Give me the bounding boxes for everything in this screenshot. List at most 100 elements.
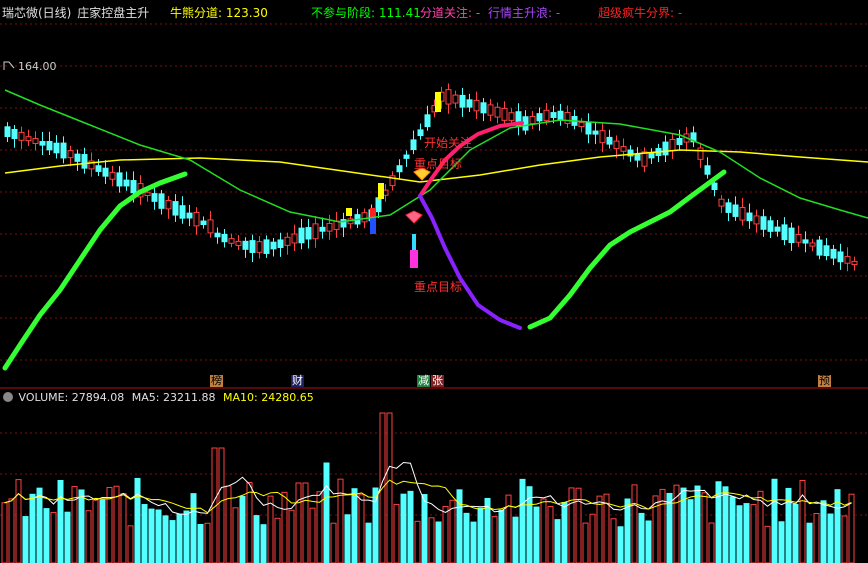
volume-bar [477,507,484,563]
target-bar-icon [410,234,418,268]
candle-body [284,236,291,246]
volume-bar [204,522,211,563]
candle-body [501,107,508,121]
volume-bar [736,505,743,563]
volume-bar [148,508,155,563]
volume-bar [176,513,183,563]
volume-bar [64,511,71,563]
volume-bar [225,485,232,563]
candle-body [375,197,382,213]
candle-body [851,260,858,266]
candle-body [725,202,732,213]
volume-value: 27894.08 [71,391,125,404]
volume-bar [421,494,428,563]
candle-body [830,248,837,259]
volume-bar [134,477,141,563]
candle-body [4,126,11,138]
candle-body [270,241,277,250]
volume-bar [743,503,750,563]
candle-body [200,220,207,225]
volume-bar [281,491,288,563]
event-tag-rank[interactable]: 榜 [210,375,223,387]
candle-body [109,171,116,180]
volume-bar [92,499,99,563]
candle-body [221,233,228,243]
candle-body [585,122,592,135]
volume-bar [708,522,715,563]
volume-bar [442,505,449,563]
candle-body [802,239,809,244]
event-tag-forecast[interactable]: 预 [818,375,831,387]
volume-bar [589,513,596,563]
candle-body [326,222,333,232]
candle-body [179,205,186,219]
candle-body [739,206,746,221]
candle-body [480,102,487,114]
volume-bar [393,503,400,563]
volume-bar [414,520,421,563]
volume-bar [806,522,813,563]
volume-bar [533,506,540,563]
volume-bar [239,495,246,563]
volume-bar [792,503,799,563]
volume-bar [470,521,477,563]
candle-body [816,239,823,256]
volume-bar [232,507,239,563]
event-tag-reduce[interactable]: 减 [417,375,430,387]
candle-body [732,204,739,217]
candle-body [823,245,830,257]
volume-bar [330,522,337,563]
volume-bar [351,488,358,563]
volume-bar [764,525,771,563]
volume-bar [568,487,575,563]
volume-bar [372,487,379,563]
ma5-value: 23211.88 [163,391,216,404]
candle-body [46,141,53,151]
candle-body [25,136,32,142]
volume-bar [596,495,603,563]
candle-body [543,109,550,122]
volume-bar [274,517,281,563]
candle-body [774,226,781,232]
candle-body [291,233,298,244]
volume-bar [36,487,43,563]
volume-bar [141,504,148,563]
volume-bar [631,484,638,563]
candle-body [494,106,501,118]
candle-body [158,193,165,209]
candle-highlight [378,183,384,199]
volume-bar [169,520,176,563]
volume-bar [50,511,57,563]
candle-body [298,227,305,244]
candle-body [508,112,515,121]
volume-bar [694,485,701,563]
event-tag-finance[interactable]: 财 [291,375,304,387]
volume-bar [722,486,729,563]
candle-body [809,242,816,247]
candle-body [529,115,536,125]
volume-bar [729,496,736,563]
volume-bar [218,447,225,563]
volume-bar [337,478,344,563]
ma10-label: MA10: [223,391,258,404]
volume-bar [323,462,330,563]
volume-bar [561,502,568,563]
volume-bar [183,510,190,563]
volume-bar [400,493,407,563]
candle-body [102,167,109,177]
candle-body [403,154,410,159]
candle-body [18,131,25,141]
candle-body [557,110,564,121]
collapse-icon[interactable] [3,392,13,402]
event-tag-rise[interactable]: 张 [431,375,444,387]
candle-body [361,212,368,223]
candle-body [445,89,452,105]
volume-bar [253,515,260,563]
volume-bar [358,494,365,563]
candle-highlight [346,208,352,216]
candle-body [312,223,319,240]
candle-body [417,129,424,137]
candle-body [634,153,641,161]
candle-body [396,165,403,173]
candle-body [676,137,683,146]
